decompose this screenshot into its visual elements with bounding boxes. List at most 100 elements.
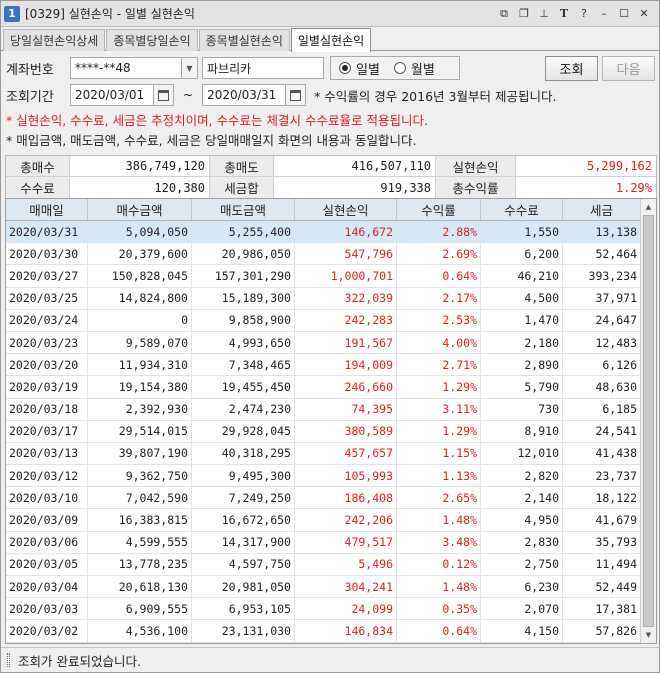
table-row[interactable]: 2020/03/31 5,094,050 5,255,400 146,672 2.88%… — [6, 221, 656, 244]
cell-return-rate: 2.69% — [397, 243, 481, 265]
cell-sell-amount: 20,981,050 — [192, 576, 295, 598]
cell-fee: 5,790 — [481, 376, 563, 398]
cell-fee: 2,180 — [481, 331, 563, 354]
table-row[interactable]: 2020/03/04 20,618,130 20,981,050 304,241 1.4… — [6, 576, 656, 599]
cell-buy-amount: 11,934,310 — [88, 354, 192, 376]
table-row[interactable]: 2020/03/09 16,383,815 16,672,650 242,206 1.4… — [6, 509, 656, 532]
table-row[interactable]: 2020/03/25 14,824,800 15,189,300 322,039 2.1… — [6, 287, 656, 310]
cell-sell-amount: 20,986,050 — [192, 243, 295, 265]
table-row[interactable]: 2020/03/27 150,828,045 157,301,290 1,000,70… — [6, 265, 656, 288]
cell-return-rate: 0.35% — [397, 598, 481, 620]
title-bar: 1 [0329] 실현손익 - 일별 실현손익 ⧉ ❐ ⊥ T ? – ☐ ✕ — [1, 1, 659, 27]
cell-tax: 6,185 — [563, 398, 641, 420]
calendar-icon — [158, 89, 169, 101]
return-value: 1.29% — [615, 180, 652, 195]
cell-tax: 23,737 — [563, 465, 641, 487]
tab-daily-by-stock[interactable]: 종목별당일손익 — [106, 29, 198, 51]
table-row[interactable]: 2020/03/03 6,909,555 6,953,105 24,099 0.35% 2… — [6, 598, 656, 621]
consistency-note: * 매입금액, 매도금액, 수수료, 세금은 당일매매일지 화면의 내용과 동일… — [6, 133, 417, 148]
cell-tax: 52,449 — [563, 576, 641, 598]
search-button[interactable]: 조회 — [545, 55, 598, 81]
cell-realized-pl: 146,672 — [295, 221, 397, 243]
cell-return-rate: 1.13% — [397, 465, 481, 487]
help-icon[interactable]: ? — [577, 7, 591, 21]
cell-buy-amount: 150,828,045 — [88, 265, 192, 287]
table-row[interactable]: 2020/03/20 11,934,310 7,348,465 194,009 2.71… — [6, 354, 656, 377]
cell-realized-pl: 246,660 — [295, 376, 397, 398]
cell-fee: 2,070 — [481, 598, 563, 620]
cell-buy-amount: 7,042,590 — [88, 487, 192, 509]
account-row: 계좌번호 ****-**48 ▼ 파브리카 일별 월별 조회 다음 — [1, 55, 659, 81]
column-header-tax[interactable]: 세금 — [563, 199, 641, 220]
font-size-icon[interactable]: T — [557, 7, 571, 21]
maximize-icon[interactable]: ☐ — [617, 7, 631, 21]
table-row[interactable]: 2020/03/23 9,589,070 4,993,650 191,567 4.00%… — [6, 331, 656, 355]
table-row[interactable]: 2020/03/12 9,362,750 9,495,300 105,993 1.13%… — [6, 465, 656, 488]
cell-date: 2020/03/27 — [6, 265, 88, 287]
cell-buy-amount: 14,824,800 — [88, 287, 192, 309]
cell-return-rate: 0.64% — [397, 265, 481, 287]
next-button[interactable]: 다음 — [602, 55, 655, 81]
cell-buy-amount: 16,383,815 — [88, 509, 192, 531]
radio-daily[interactable]: 일별 — [339, 59, 380, 78]
date-to-field[interactable]: 2020/03/31 — [202, 84, 287, 106]
column-header-buy-amount[interactable]: 매수금액 — [88, 199, 192, 220]
table-row[interactable]: 2020/03/18 2,392,930 2,474,230 74,395 3.11% 7… — [6, 398, 656, 421]
account-label: 계좌번호 — [6, 62, 54, 78]
table-row[interactable]: 2020/03/30 20,379,600 20,986,050 547,796 2.6… — [6, 243, 656, 266]
column-header-return-rate[interactable]: 수익률 — [397, 199, 481, 220]
cell-tax: 24,541 — [563, 420, 641, 442]
cell-return-rate: 1.15% — [397, 442, 481, 465]
cell-return-rate: 2.88% — [397, 221, 481, 243]
cell-return-rate: 2.71% — [397, 354, 481, 376]
window-number-badge: 1 — [4, 5, 20, 22]
tab-realized-by-stock[interactable]: 종목별실현손익 — [198, 29, 290, 51]
column-header-date[interactable]: 매매일 — [6, 199, 88, 220]
cell-date: 2020/03/31 — [6, 221, 88, 243]
cell-sell-amount: 29,928,045 — [192, 420, 295, 442]
table-row[interactable]: 2020/03/19 19,154,380 19,455,450 246,660 1.2… — [6, 376, 656, 399]
fee-value: 120,380 — [70, 177, 210, 198]
cell-tax: 393,234 — [563, 265, 641, 287]
table-row[interactable]: 2020/03/24 0 9,858,900 242,283 2.53% 1,470 24,… — [6, 309, 656, 332]
grid-vertical-scrollbar[interactable]: ▲ ▼ — [640, 199, 656, 643]
account-number-field[interactable]: ****-**48 — [70, 57, 182, 79]
radio-monthly-label: 월별 — [410, 62, 435, 78]
cell-sell-amount: 9,858,900 — [192, 309, 295, 331]
minimize-icon[interactable]: – — [597, 7, 611, 21]
link-icon[interactable]: ⧉ — [497, 7, 511, 21]
cell-buy-amount: 5,094,050 — [88, 221, 192, 243]
cell-return-rate: 1.48% — [397, 509, 481, 531]
table-row[interactable]: 2020/03/17 29,514,015 29,928,045 380,589 1.2… — [6, 420, 656, 443]
cell-date: 2020/03/20 — [6, 354, 88, 376]
scroll-down-icon[interactable]: ▼ — [641, 627, 656, 643]
account-dropdown-button[interactable]: ▼ — [182, 57, 198, 79]
close-icon[interactable]: ✕ — [637, 7, 651, 21]
column-header-sell-amount[interactable]: 매도금액 — [192, 199, 295, 220]
date-from-field[interactable]: 2020/03/01 — [70, 84, 154, 106]
table-row[interactable]: 2020/03/13 39,807,190 40,318,295 457,657 1.1… — [6, 442, 656, 466]
column-header-realized-pl[interactable]: 실현손익 — [295, 199, 397, 220]
table-row[interactable]: 2020/03/02 4,536,100 23,131,030 146,834 0.64… — [6, 620, 656, 643]
date-to-calendar-button[interactable] — [286, 84, 307, 106]
cell-sell-amount: 157,301,290 — [192, 265, 295, 287]
date-from-calendar-button[interactable] — [154, 84, 174, 106]
copy-window-icon[interactable]: ❐ — [517, 7, 531, 21]
radio-monthly[interactable]: 월별 — [393, 59, 435, 78]
cell-sell-amount: 23,131,030 — [192, 620, 295, 642]
chevron-down-icon: ▼ — [186, 63, 193, 73]
scroll-up-icon[interactable]: ▲ — [641, 199, 656, 215]
table-row[interactable]: 2020/03/05 13,778,235 4,597,750 5,496 0.12% 2… — [6, 553, 656, 576]
tab-daily-realized[interactable]: 일별실현손익 — [290, 28, 372, 52]
table-row[interactable]: 2020/03/10 7,042,590 7,249,250 186,408 2.65%… — [6, 487, 656, 510]
cell-date: 2020/03/18 — [6, 398, 88, 420]
table-row[interactable]: 2020/03/06 4,599,555 14,317,900 479,517 3.48… — [6, 531, 656, 554]
cell-date: 2020/03/19 — [6, 376, 88, 398]
tab-bar: 당일실현손익상세 종목별당일손익 종목별실현손익 일별실현손익 — [1, 27, 659, 52]
cell-return-rate: 3.48% — [397, 531, 481, 553]
realized-label: 실현손익 — [436, 156, 516, 176]
scroll-thumb[interactable] — [643, 215, 654, 627]
pin-icon[interactable]: ⊥ — [537, 7, 551, 21]
tab-daily-detail[interactable]: 당일실현손익상세 — [3, 29, 106, 51]
column-header-fee[interactable]: 수수료 — [481, 199, 563, 220]
